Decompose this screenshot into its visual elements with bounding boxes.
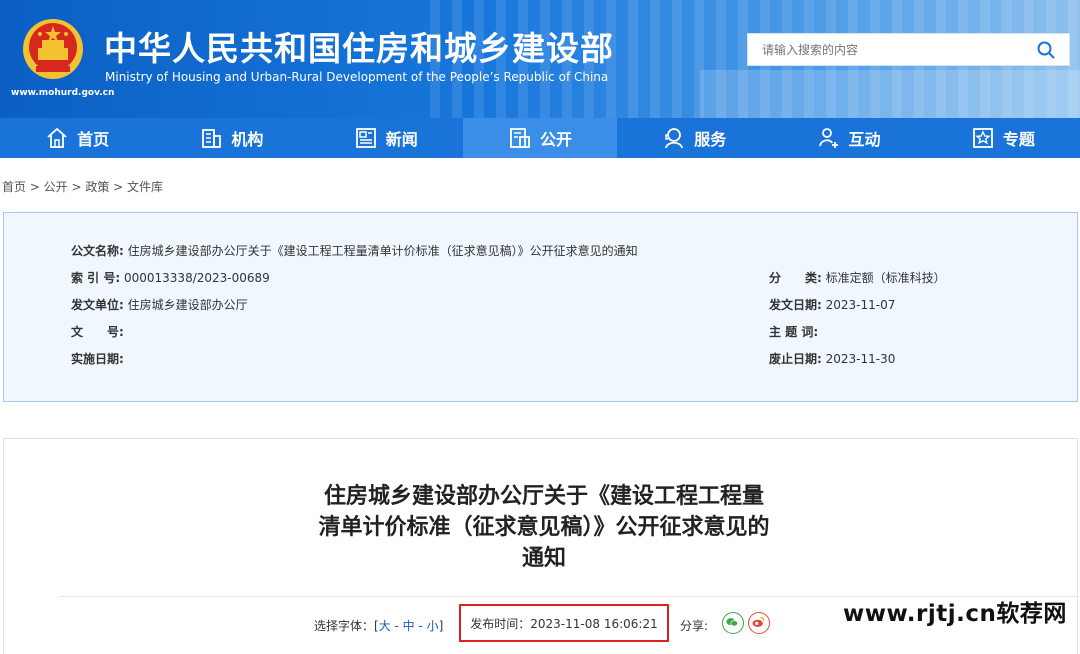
search-box xyxy=(747,33,1070,66)
font-size-selector: 选择字体：[大 - 中 - 小] xyxy=(314,619,444,633)
site-domain: www.mohurd.gov.cn xyxy=(11,88,115,98)
meta-title-row: 公文名称: 住房城乡建设部办公厅关于《建设工程工程量清单计价标准（征求意见稿）》… xyxy=(71,244,638,258)
site-header: www.mohurd.gov.cn 中华人民共和国住房和城乡建设部 Minist… xyxy=(0,0,1080,118)
meta-expire-value: 2023-11-30 xyxy=(825,352,896,366)
nav-item-open[interactable]: 公开 xyxy=(462,118,618,158)
meta-doc-no-row: 文 号: xyxy=(71,325,124,339)
meta-expire-row: 废止日期: 2023-11-30 xyxy=(769,352,896,366)
site-title-english: Ministry of Housing and Urban-Rural Deve… xyxy=(105,70,609,84)
main-nav: 首页 机构 新闻 公开 服务 互动 专题 xyxy=(0,118,1080,158)
search-input[interactable] xyxy=(748,34,1028,65)
nav-item-service[interactable]: 服务 xyxy=(617,118,771,158)
search-icon[interactable] xyxy=(1037,41,1055,59)
meta-issue-date-row: 发文日期: 2023-11-07 xyxy=(769,298,896,312)
meta-category-value: 标准定额（标准科技） xyxy=(825,271,946,285)
meta-keywords-row: 主 题 词: xyxy=(769,325,819,339)
watermark-text: www.rjtj.cn软荐网 xyxy=(843,601,1067,627)
star-icon xyxy=(972,128,993,148)
nav-item-institutions[interactable]: 机构 xyxy=(154,118,308,158)
meta-index-row: 索 引 号: 000013338/2023-00689 xyxy=(71,271,270,285)
open-doc-icon xyxy=(510,128,530,148)
meta-issuer-row: 发文单位: 住房城乡建设部办公厅 xyxy=(71,298,248,312)
site-title[interactable]: 中华人民共和国住房和城乡建设部 xyxy=(104,22,614,70)
meta-category-row: 分 类: 标准定额（标准科技） xyxy=(769,271,946,285)
article-title: 住房城乡建设部办公厅关于《建设工程工程量清单计价标准（征求意见稿）》公开征求意见… xyxy=(318,484,770,571)
font-small-link[interactable]: 小 xyxy=(427,619,439,633)
building-icon xyxy=(202,129,222,148)
breadcrumb[interactable]: 首页 > 公开 > 政策 > 文件库 xyxy=(2,178,163,195)
meta-index-value: 000013338/2023-00689 xyxy=(123,271,270,285)
font-large-link[interactable]: 大 xyxy=(379,619,391,633)
national-emblem-icon xyxy=(23,19,83,79)
interact-icon xyxy=(818,128,838,148)
meta-title-value: 住房城乡建设部办公厅关于《建设工程工程量清单计价标准（征求意见稿）》公开征求意见… xyxy=(127,244,638,258)
publish-time: 发布时间：2023-11-08 16:06:21 xyxy=(470,616,658,631)
meta-issuer-value: 住房城乡建设部办公厅 xyxy=(127,298,248,312)
news-icon xyxy=(355,128,376,148)
nav-item-home[interactable]: 首页 xyxy=(0,118,154,158)
wechat-share-icon[interactable] xyxy=(722,612,744,634)
home-icon xyxy=(47,127,67,148)
nav-item-topics[interactable]: 专题 xyxy=(926,118,1080,158)
document-meta-panel: 公文名称: 住房城乡建设部办公厅关于《建设工程工程量清单计价标准（征求意见稿）》… xyxy=(3,212,1078,402)
nav-item-news[interactable]: 新闻 xyxy=(309,118,463,158)
weibo-share-icon[interactable] xyxy=(748,612,770,634)
share-label: 分享: xyxy=(680,619,709,633)
publish-time-highlight: 发布时间：2023-11-08 16:06:21 xyxy=(459,604,669,642)
font-medium-link[interactable]: 中 xyxy=(403,619,415,633)
meta-effective-row: 实施日期: xyxy=(71,352,124,366)
service-icon xyxy=(665,128,684,149)
nav-item-interact[interactable]: 互动 xyxy=(771,118,925,158)
meta-issue-date-value: 2023-11-07 xyxy=(825,298,896,312)
